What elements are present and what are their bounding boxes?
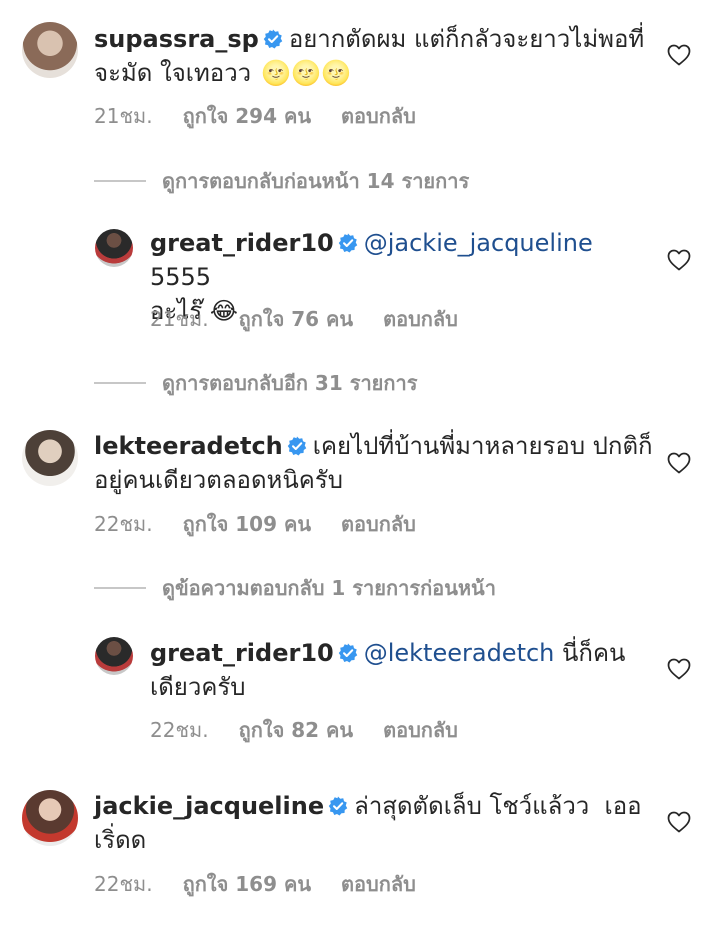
heart-icon[interactable] (667, 658, 691, 680)
reply-button[interactable]: ตอบกลับ (341, 100, 416, 132)
comment-meta: 21ชม. ถูกใจ 294 คน ตอบกลับ (94, 100, 416, 132)
likes-count[interactable]: ถูกใจ 169 คน (183, 868, 311, 900)
heart-icon[interactable] (667, 249, 691, 271)
comment-text: 5555 (150, 263, 212, 291)
comment-body: lekteeradetch เคยไปที่บ้านพี่มาหลายรอบ ปก… (94, 429, 654, 497)
heart-icon[interactable] (667, 44, 691, 66)
comment-text: ล่าสุดตัดเล็บ โชว์แล้วว เออ (354, 792, 642, 820)
username[interactable]: lekteeradetch (94, 432, 283, 460)
verified-badge-icon (263, 29, 283, 49)
likes-count[interactable]: ถูกใจ 76 คน (239, 303, 354, 335)
view-replies-link[interactable]: ดูข้อความตอบกลับ 1 รายการก่อนหน้า (94, 572, 496, 604)
view-replies-label: ดูการตอบกลับอีก 31 รายการ (162, 371, 418, 395)
view-replies-link[interactable]: ดูการตอบกลับอีก 31 รายการ (94, 367, 417, 399)
timestamp: 22ชม. (94, 512, 153, 536)
reply-button[interactable]: ตอบกลับ (383, 714, 458, 746)
heart-icon[interactable] (667, 811, 691, 833)
verified-badge-icon (338, 643, 358, 663)
timestamp: 22ชม. (150, 718, 209, 742)
mention-link[interactable]: @lekteeradetch (364, 639, 555, 667)
view-replies-label: ดูการตอบกลับก่อนหน้า 14 รายการ (162, 169, 470, 193)
comment-meta: 22ชม. ถูกใจ 169 คน ตอบกลับ (94, 868, 416, 900)
username[interactable]: great_rider10 (150, 639, 334, 667)
timestamp: 22ชม. (94, 872, 153, 896)
comment-text: นี่ก็คน (554, 639, 626, 667)
comment-body: jackie_jacqueline ล่าสุดตัดเล็บ โชว์แล้วว… (94, 789, 654, 857)
likes-count[interactable]: ถูกใจ 82 คน (239, 714, 354, 746)
username[interactable]: great_rider10 (150, 229, 334, 257)
comment-text: จะมัด ใจเทอวว (94, 59, 252, 87)
reply-button[interactable]: ตอบกลับ (341, 868, 416, 900)
avatar[interactable] (22, 790, 78, 846)
avatar[interactable] (22, 430, 78, 486)
timestamp: 21ชม. (150, 307, 209, 331)
comment-text: เดียวครับ (150, 673, 246, 701)
avatar[interactable] (22, 22, 78, 78)
username[interactable]: jackie_jacqueline (94, 792, 324, 820)
reply-button[interactable]: ตอบกลับ (383, 303, 458, 335)
avatar[interactable] (95, 229, 133, 267)
comment-body: supassra_sp อยากตัดผม แต่ก็กลัวจะยาวไม่พอ… (94, 22, 654, 90)
emoji: 🌝🌝🌝 (261, 59, 351, 87)
comment-text: เริ่ดด (94, 826, 147, 854)
heart-icon[interactable] (667, 452, 691, 474)
thread-line (94, 180, 146, 182)
comment-body: great_rider10 @lekteeradetch นี่ก็คน เดีย… (150, 636, 660, 704)
reply-button[interactable]: ตอบกลับ (341, 508, 416, 540)
comment-meta: 21ชม. ถูกใจ 76 คน ตอบกลับ (150, 303, 458, 335)
comment-text: เคยไปที่บ้านพี่มาหลายรอบ ปกติก็ (312, 432, 653, 460)
comment-text: อยากตัดผม แต่ก็กลัวจะยาวไม่พอที่ (288, 25, 645, 53)
likes-count[interactable]: ถูกใจ 294 คน (183, 100, 311, 132)
username[interactable]: supassra_sp (94, 25, 259, 53)
view-replies-link[interactable]: ดูการตอบกลับก่อนหน้า 14 รายการ (94, 165, 469, 197)
comment-meta: 22ชม. ถูกใจ 82 คน ตอบกลับ (150, 714, 458, 746)
view-replies-label: ดูข้อความตอบกลับ 1 รายการก่อนหน้า (162, 576, 496, 600)
thread-line (94, 587, 146, 589)
mention-link[interactable]: @jackie_jacqueline (364, 229, 593, 257)
avatar[interactable] (95, 637, 133, 675)
timestamp: 21ชม. (94, 104, 153, 128)
likes-count[interactable]: ถูกใจ 109 คน (183, 508, 311, 540)
thread-line (94, 382, 146, 384)
verified-badge-icon (338, 233, 358, 253)
verified-badge-icon (328, 796, 348, 816)
comment-meta: 22ชม. ถูกใจ 109 คน ตอบกลับ (94, 508, 416, 540)
comment-text: อยู่คนเดียวตลอดหนิครับ (94, 466, 343, 494)
verified-badge-icon (287, 436, 307, 456)
